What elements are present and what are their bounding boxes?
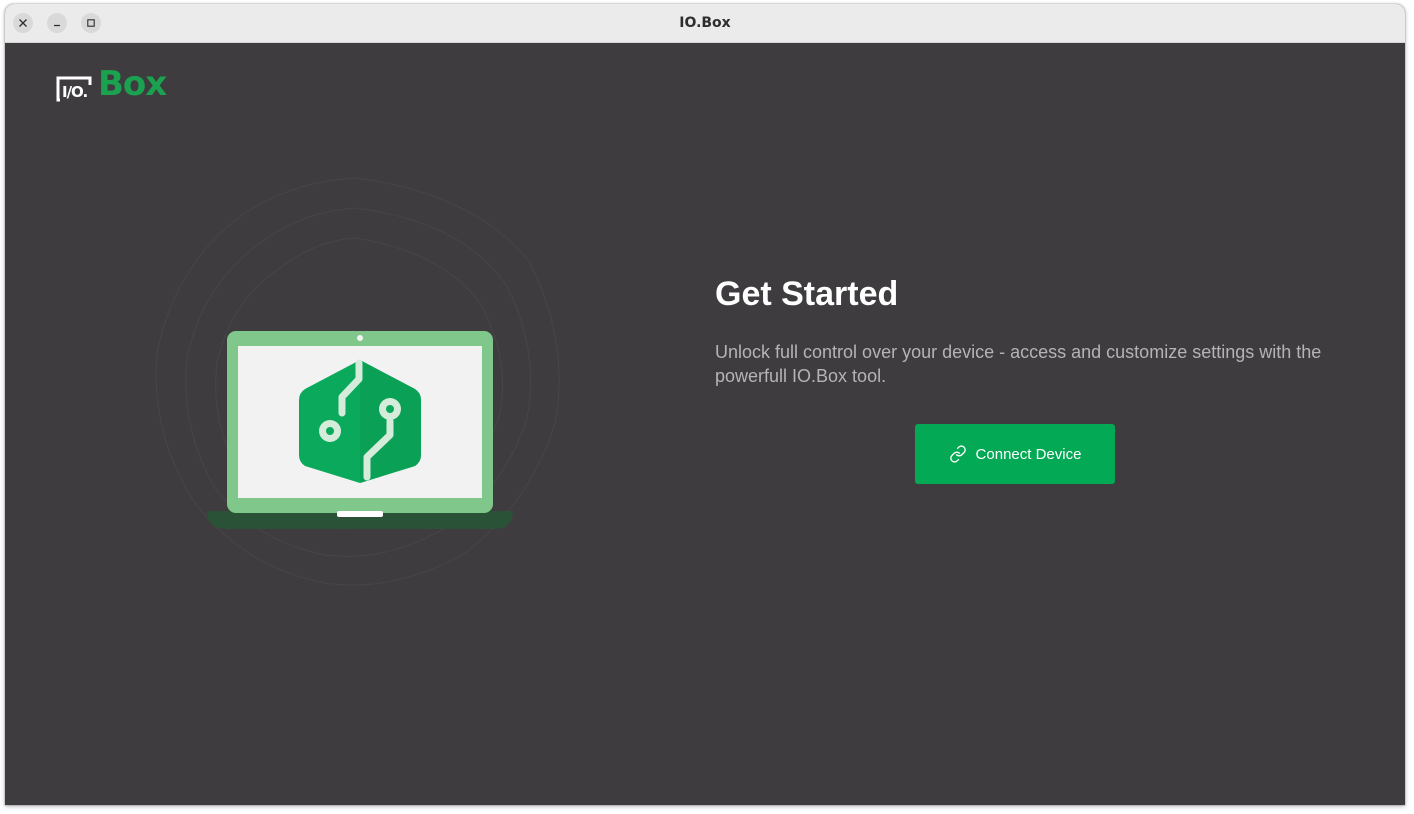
link-icon [949, 445, 966, 463]
page-subtitle: Unlock full control over your device - a… [715, 342, 1322, 386]
main-content: I/O. Box Get Started Unlock full control… [5, 43, 1405, 805]
laptop-circuit-illustration [155, 177, 560, 586]
connect-device-button[interactable]: Connect Device [915, 424, 1115, 484]
app-window: IO.Box I/O. Box Get Started Unlock full … [5, 4, 1405, 805]
logo-box-text: Box [98, 64, 167, 104]
connect-device-label: Connect Device [975, 445, 1082, 463]
io-logo-mark: I/O. [56, 76, 92, 102]
window-title: IO.Box [679, 15, 731, 31]
svg-text:I/O.: I/O. [62, 83, 87, 101]
title-bar[interactable]: IO.Box [5, 4, 1405, 43]
page-title: Get Started [715, 275, 899, 313]
